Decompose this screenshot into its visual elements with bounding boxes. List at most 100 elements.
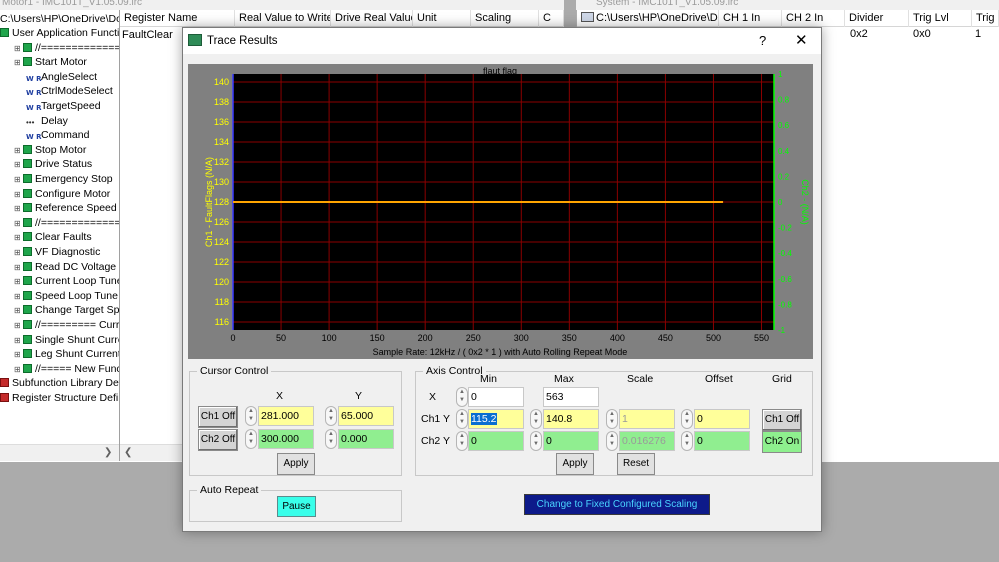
tree-item[interactable]: ⊞ //============= bbox=[14, 216, 119, 230]
help-button[interactable]: ? bbox=[759, 33, 766, 48]
tree-item[interactable]: ⊞ Speed Loop Tune bbox=[14, 289, 118, 303]
cursor-ch1-y-field[interactable]: 65.000 bbox=[338, 406, 394, 426]
tree-item[interactable]: W RAngleSelect bbox=[26, 70, 97, 84]
axis-apply-button[interactable]: Apply bbox=[556, 453, 594, 475]
tree-item[interactable]: ⊞ Configure Motor bbox=[14, 187, 110, 201]
grid-ch1-toggle[interactable]: Ch1 Off bbox=[762, 409, 802, 431]
column-real-value-to-write[interactable]: Real Value to Write bbox=[235, 10, 331, 27]
fixed-scaling-button[interactable]: Change to Fixed Configured Scaling bbox=[524, 494, 710, 515]
divider-value[interactable]: 0x2 bbox=[850, 27, 868, 41]
expand-icon[interactable]: ⊞ bbox=[14, 290, 23, 304]
column-divider[interactable]: Divider bbox=[845, 10, 909, 27]
tree-item[interactable]: W RCommand bbox=[26, 128, 89, 142]
tree-item[interactable]: ⊞ Start Motor bbox=[14, 55, 87, 69]
expand-icon[interactable]: ⊞ bbox=[14, 363, 23, 377]
ch1-min-spinner[interactable]: ▲ ▼ bbox=[456, 409, 468, 429]
cursor-ch1-button[interactable]: Ch1 Off bbox=[198, 406, 238, 428]
column-ch2-in[interactable]: CH 2 In bbox=[782, 10, 845, 27]
ch1-min-field[interactable]: 115.2 bbox=[468, 409, 524, 429]
ch1-max-field[interactable]: 140.8 bbox=[543, 409, 599, 429]
pause-button[interactable]: Pause bbox=[277, 496, 316, 517]
cursor-ch1-x-field[interactable]: 281.000 bbox=[258, 406, 314, 426]
ch2-offset-spinner[interactable]: ▲ ▼ bbox=[681, 431, 693, 451]
cursor-ch2-x-field[interactable]: 300.000 bbox=[258, 429, 314, 449]
tree-item[interactable]: Subfunction Library Def bbox=[0, 376, 119, 390]
tree-item[interactable]: ⊞ Stop Motor bbox=[14, 143, 86, 157]
ch2-offset-field[interactable]: 0 bbox=[694, 431, 750, 451]
expand-icon[interactable]: ⊞ bbox=[14, 231, 23, 245]
axis-reset-button[interactable]: Reset bbox=[617, 453, 655, 475]
expand-icon[interactable]: ⊞ bbox=[14, 42, 23, 56]
expand-icon[interactable]: ⊞ bbox=[14, 319, 23, 333]
expand-icon[interactable]: ⊞ bbox=[14, 202, 23, 216]
expand-icon[interactable]: ⊞ bbox=[14, 348, 23, 362]
expand-icon[interactable]: ⊞ bbox=[14, 56, 23, 70]
tree-item[interactable]: User Application Functio bbox=[0, 26, 119, 40]
tree-item[interactable]: ••• Delay bbox=[26, 114, 68, 128]
column-scaling[interactable]: Scaling bbox=[471, 10, 539, 27]
ch1-x-spinner[interactable]: ▲ ▼ bbox=[245, 406, 257, 426]
ch2-scale-spinner[interactable]: ▲ ▼ bbox=[606, 431, 618, 451]
system-tree-root[interactable]: C:\Users\HP\OneDrive\Doc bbox=[577, 10, 719, 27]
tree-item[interactable]: ⊞ Current Loop Tune bbox=[14, 274, 119, 288]
tree-item[interactable]: ⊞ Clear Faults bbox=[14, 230, 92, 244]
tree-item[interactable]: ⊞ Leg Shunt Current Fe bbox=[14, 347, 119, 361]
tree-item[interactable]: ⊞ //========= Curr bbox=[14, 318, 119, 332]
ch1-scale-spinner[interactable]: ▲ ▼ bbox=[606, 409, 618, 429]
tree-root-path[interactable]: C:\Users\HP\OneDrive\Doc bbox=[0, 12, 119, 26]
ch2-max-field[interactable]: 0 bbox=[543, 431, 599, 451]
column-unit[interactable]: Unit bbox=[413, 10, 471, 27]
tree-item[interactable]: ⊞ //============= bbox=[14, 41, 119, 55]
ch1-scale-field[interactable]: 1 bbox=[619, 409, 675, 429]
expand-icon[interactable]: ⊞ bbox=[14, 173, 23, 187]
cursor-ch2-y-field[interactable]: 0.000 bbox=[338, 429, 394, 449]
scroll-right-icon[interactable]: ❯ bbox=[104, 447, 112, 458]
column-drive-real-value[interactable]: Drive Real Value bbox=[331, 10, 413, 27]
cursor-ch2-button[interactable]: Ch2 Off bbox=[198, 429, 238, 451]
ch2-y-spinner[interactable]: ▲ ▼ bbox=[325, 429, 337, 449]
trig-lvl-value[interactable]: 0x0 bbox=[913, 27, 931, 41]
expand-icon[interactable]: ⊞ bbox=[14, 158, 23, 172]
tree-item[interactable]: Register Structure Defin bbox=[0, 391, 119, 405]
tree-item[interactable]: ⊞ Change Target Spee bbox=[14, 303, 119, 317]
expand-icon[interactable]: ⊞ bbox=[14, 188, 23, 202]
ch2-max-spinner[interactable]: ▲ ▼ bbox=[530, 431, 542, 451]
expand-icon[interactable]: ⊞ bbox=[14, 334, 23, 348]
ch2-scale-field[interactable]: 0.016276 bbox=[619, 431, 675, 451]
tree-horizontal-scrollbar[interactable]: ❯ bbox=[0, 444, 119, 461]
ch1-y-spinner[interactable]: ▲ ▼ bbox=[325, 406, 337, 426]
scroll-left-icon[interactable]: ❮ bbox=[124, 447, 132, 458]
expand-icon[interactable]: ⊞ bbox=[14, 217, 23, 231]
column-trig-e[interactable]: Trig E bbox=[972, 10, 999, 27]
dialog-titlebar[interactable]: Trace Results ? ✕ bbox=[183, 28, 821, 54]
expand-icon[interactable]: ⊞ bbox=[14, 246, 23, 260]
column-register-name[interactable]: Register Name bbox=[120, 10, 235, 27]
column-c[interactable]: C bbox=[539, 10, 564, 27]
x-max-field[interactable]: 563 bbox=[543, 387, 599, 407]
tree-item[interactable]: ⊞ Reference Speed bbox=[14, 201, 117, 215]
expand-icon[interactable]: ⊞ bbox=[14, 261, 23, 275]
pane-splitter[interactable] bbox=[119, 10, 120, 461]
ch1-offset-field[interactable]: 0 bbox=[694, 409, 750, 429]
tree-item[interactable]: ⊞ VF Diagnostic bbox=[14, 245, 100, 259]
ch2-x-spinner[interactable]: ▲ ▼ bbox=[245, 429, 257, 449]
x-min-field[interactable]: 0 bbox=[468, 387, 524, 407]
ch2-min-field[interactable]: 0 bbox=[468, 431, 524, 451]
tree-item[interactable]: W RCtrlModeSelect bbox=[26, 84, 113, 98]
column-ch1-in[interactable]: CH 1 In bbox=[719, 10, 782, 27]
cursor-apply-button[interactable]: Apply bbox=[277, 453, 315, 475]
close-button[interactable]: ✕ bbox=[795, 31, 808, 49]
expand-icon[interactable]: ⊞ bbox=[14, 275, 23, 289]
expand-icon[interactable]: ⊞ bbox=[14, 304, 23, 318]
column-trig-lvl[interactable]: Trig Lvl bbox=[909, 10, 972, 27]
tree-item[interactable]: ⊞ Drive Status bbox=[14, 157, 92, 171]
ch1-offset-spinner[interactable]: ▲ ▼ bbox=[681, 409, 693, 429]
tree-item[interactable]: ⊞ Emergency Stop bbox=[14, 172, 113, 186]
table-row[interactable]: FaultClear bbox=[122, 29, 173, 41]
expand-icon[interactable]: ⊞ bbox=[14, 144, 23, 158]
trig-e-value[interactable]: 1 bbox=[975, 27, 981, 41]
ch2-min-spinner[interactable]: ▲ ▼ bbox=[456, 431, 468, 451]
grid-ch2-toggle[interactable]: Ch2 On bbox=[762, 431, 802, 453]
tree-item[interactable]: W RTargetSpeed bbox=[26, 99, 101, 113]
tree-item[interactable]: ⊞ Single Shunt Current bbox=[14, 333, 119, 347]
